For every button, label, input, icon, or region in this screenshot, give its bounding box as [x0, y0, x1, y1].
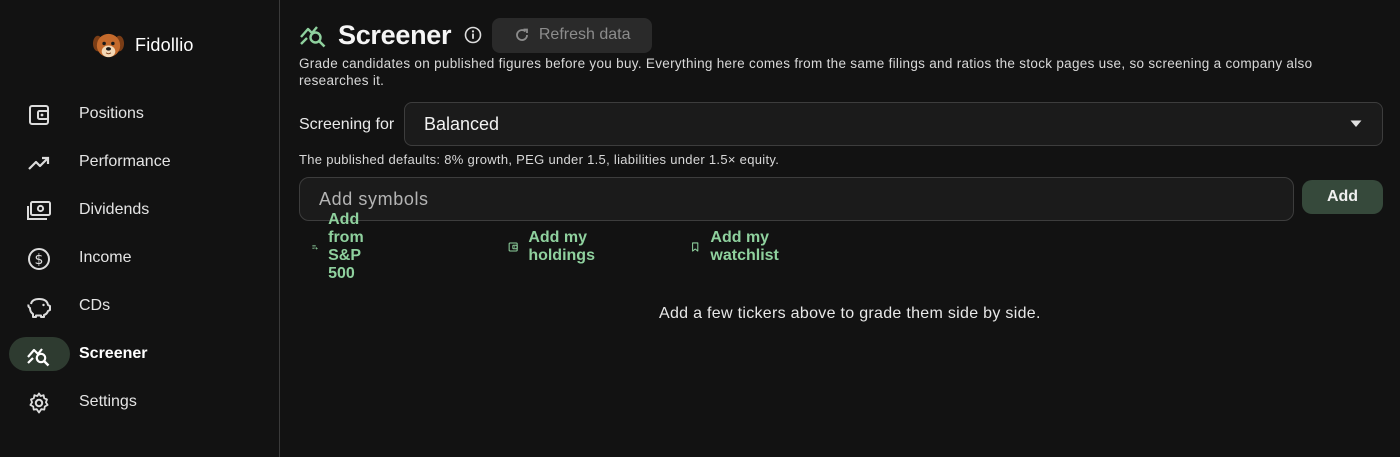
sidebar-item-positions[interactable]: Positions — [0, 90, 280, 138]
add-from-sp500-button[interactable]: Add from S&P 500 — [312, 211, 376, 282]
query-stats-icon — [26, 342, 52, 368]
wallet-icon — [26, 102, 52, 128]
sidebar-item-label: Screener — [79, 345, 148, 362]
sidebar-item-dividends[interactable]: Dividends — [0, 186, 280, 234]
app-window: Fidollio Positions Performance Dividends — [0, 0, 1400, 457]
brand[interactable]: Fidollio — [92, 28, 194, 62]
sidebar-item-label: CDs — [79, 297, 111, 314]
playlist-add-icon — [312, 245, 318, 250]
sidebar-item-label: Performance — [79, 153, 171, 170]
add-my-holdings-button[interactable]: Add my holdings — [508, 229, 603, 264]
refresh-icon — [516, 28, 528, 41]
query-stats-icon — [300, 26, 326, 48]
screening-for-label: Screening for — [299, 116, 395, 133]
sidebar-item-settings[interactable]: Settings — [0, 378, 280, 426]
page-title: Screener — [338, 19, 452, 50]
dollar-circle-icon: $ — [26, 246, 52, 272]
add-my-holdings-label: Add my holdings — [528, 229, 595, 264]
caret-down-icon — [1350, 120, 1362, 127]
add-my-watchlist-button[interactable]: Add my watchlist — [690, 229, 786, 264]
piggy-bank-icon — [26, 294, 52, 320]
screening-profile-value: Balanced — [424, 113, 500, 134]
page-description: Grade candidates on published figures be… — [299, 56, 1313, 88]
add-my-watchlist-label: Add my watchlist — [710, 229, 779, 264]
sidebar-item-label: Dividends — [79, 201, 150, 218]
screening-profile-select[interactable]: Balanced — [404, 102, 1383, 146]
add-from-sp500-label: Add from S&P 500 — [328, 211, 364, 282]
refresh-data-label: Refresh data — [538, 26, 631, 43]
sidebar-item-label: Settings — [79, 393, 137, 410]
dog-logo-icon — [92, 33, 125, 57]
sidebar: Fidollio Positions Performance Dividends — [0, 0, 280, 457]
sidebar-nav: Positions Performance Dividends $ Income — [0, 90, 280, 426]
empty-state-message: Add a few tickers above to grade them si… — [659, 305, 1041, 322]
svg-text:$: $ — [35, 252, 44, 268]
defaults-note: The published defaults: 8% growth, PEG u… — [299, 152, 780, 167]
sidebar-item-performance[interactable]: Performance — [0, 138, 280, 186]
info-icon[interactable] — [464, 26, 482, 44]
payments-icon — [26, 198, 52, 224]
sidebar-item-income[interactable]: $ Income — [0, 234, 280, 282]
gear-icon — [26, 390, 52, 416]
trending-up-icon — [26, 150, 52, 176]
app-name: Fidollio — [135, 34, 194, 55]
main-content: Screener Refresh data Grade candidates o… — [281, 0, 1400, 457]
add-button[interactable]: Add — [1302, 180, 1383, 214]
sidebar-item-label: Income — [79, 249, 132, 266]
wallet-icon — [508, 242, 518, 252]
page-header: Screener Refresh data — [299, 17, 653, 53]
bookmark-icon — [692, 242, 699, 252]
sidebar-item-label: Positions — [79, 105, 144, 122]
sidebar-item-cds[interactable]: CDs — [0, 282, 280, 330]
sidebar-item-screener[interactable]: Screener — [0, 330, 280, 378]
refresh-data-button[interactable]: Refresh data — [492, 17, 653, 53]
symbols-input[interactable] — [299, 177, 1294, 221]
